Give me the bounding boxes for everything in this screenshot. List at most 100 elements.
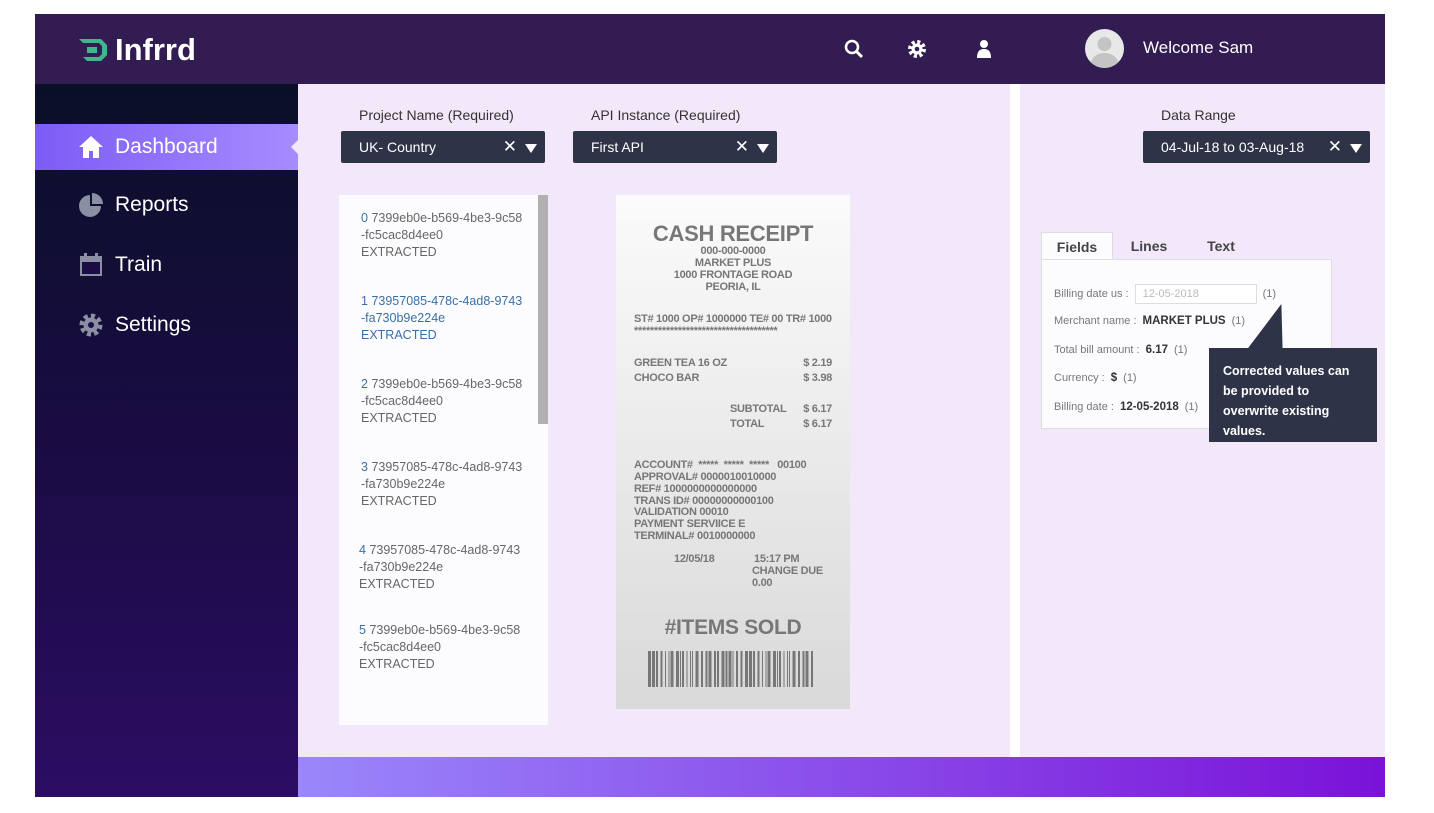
item-id-suffix: -fc5cac8d4ee0 bbox=[359, 640, 442, 654]
sidebar-item-label: Train bbox=[115, 253, 163, 276]
receipt-item: GREEN TEA 16 OZ $ 2.19 bbox=[634, 357, 832, 369]
sidebar: Dashboard Reports Train Settings bbox=[35, 84, 298, 797]
item-status: EXTRACTED bbox=[361, 328, 437, 342]
footer-bar bbox=[298, 757, 1385, 797]
dropdown-arrow-icon[interactable] bbox=[757, 144, 769, 153]
item-id: 7399eb0e-b569-4be3-9c58 bbox=[371, 211, 523, 225]
dropdown-arrow-icon[interactable] bbox=[525, 144, 537, 153]
tooltip: Corrected values can be provided to over… bbox=[1209, 348, 1377, 442]
receipt-items-sold: #ITEMS SOLD bbox=[664, 616, 802, 639]
list-item[interactable]: 1 73957085-478c-4ad8-9743 -fa730b9e224e EX… bbox=[361, 293, 531, 344]
sidebar-item-label: Dashboard bbox=[115, 135, 218, 158]
receipt-terminal: TERMINAL# 0010000000 bbox=[634, 530, 756, 542]
dropdown-arrow-icon[interactable] bbox=[1350, 144, 1362, 153]
item-index: 2 bbox=[361, 377, 368, 391]
document-list: 0 7399eb0e-b569-4be3-9c58 -fc5cac8d4ee0 EX… bbox=[339, 195, 548, 725]
item-id-suffix: -fa730b9e224e bbox=[361, 311, 446, 325]
scrollbar[interactable] bbox=[538, 195, 548, 424]
item-status: EXTRACTED bbox=[359, 577, 435, 591]
receipt-account: ACCOUNT# ***** ***** ***** 00100 bbox=[634, 459, 807, 471]
clear-icon[interactable]: ✕ bbox=[1328, 137, 1342, 157]
receipt-city: PEORIA, IL bbox=[705, 281, 761, 293]
panel-divider bbox=[1010, 84, 1020, 757]
item-index: 5 bbox=[359, 623, 366, 637]
item-id: 73957085-478c-4ad8-9743 bbox=[369, 543, 521, 557]
item-status: EXTRACTED bbox=[359, 657, 435, 671]
api-instance-label: API Instance (Required) bbox=[591, 107, 741, 123]
logo[interactable]: Infrrd bbox=[77, 32, 196, 68]
list-item[interactable]: 4 73957085-478c-4ad8-9743 -fa730b9e224e EX… bbox=[359, 542, 529, 593]
item-index: 0 bbox=[361, 211, 368, 225]
item-id: 73957085-478c-4ad8-9743 bbox=[371, 460, 523, 474]
data-range-label: Data Range bbox=[1161, 107, 1236, 123]
receipt-payment: PAYMENT SERVIICE E bbox=[634, 518, 746, 530]
clear-icon[interactable]: ✕ bbox=[503, 137, 517, 157]
receipt-change: CHANGE DUE 0.00 bbox=[752, 565, 823, 589]
receipt-stars: ************************************ bbox=[634, 326, 778, 337]
brand-name: Infrrd bbox=[115, 32, 196, 67]
item-index: 4 bbox=[359, 543, 366, 557]
receipt-address: 1000 FRONTAGE ROAD bbox=[673, 269, 793, 281]
infrrd-logo-icon bbox=[79, 39, 107, 61]
receipt-ids: ST# 1000 OP# 1000000 TE# 00 TR# 1000 bbox=[634, 313, 832, 325]
welcome-text: Welcome Sam bbox=[1143, 38, 1254, 57]
tab-text[interactable]: Text bbox=[1185, 232, 1257, 260]
item-id-suffix: -fc5cac8d4ee0 bbox=[361, 228, 444, 242]
receipt-title: CASH RECEIPT bbox=[652, 221, 814, 246]
sidebar-item-settings[interactable]: Settings bbox=[35, 302, 298, 348]
receipt-ref: REF# 1000000000000000 bbox=[634, 483, 757, 495]
field-row: Billing date :12-05-2018 (1) bbox=[1054, 401, 1199, 413]
list-item[interactable]: 2 7399eb0e-b569-4be3-9c58 -fc5cac8d4ee0 EX… bbox=[361, 376, 531, 427]
select-value: UK- Country bbox=[359, 139, 437, 155]
item-id-suffix: -fc5cac8d4ee0 bbox=[361, 394, 444, 408]
avatar[interactable] bbox=[1085, 29, 1124, 68]
field-row: Merchant name : MARKET PLUS (1) bbox=[1054, 315, 1246, 327]
api-instance-select[interactable]: First API ✕ bbox=[573, 131, 777, 163]
select-value: First API bbox=[591, 139, 644, 155]
list-item[interactable]: 0 7399eb0e-b569-4be3-9c58 -fc5cac8d4ee0 EX… bbox=[361, 210, 531, 261]
barcode-icon bbox=[648, 651, 813, 687]
sidebar-item-label: Reports bbox=[115, 193, 189, 216]
project-name-label: Project Name (Required) bbox=[359, 107, 514, 123]
receipt-approval: APPROVAL# 0000010010000 bbox=[634, 471, 777, 483]
tab-lines[interactable]: Lines bbox=[1113, 232, 1185, 260]
receipt-image: CASH RECEIPT 000-000-0000 MARKET PLUS 10… bbox=[616, 195, 850, 709]
item-index: 3 bbox=[361, 460, 368, 474]
search-icon[interactable] bbox=[843, 38, 865, 60]
field-row: Currency : $ (1) bbox=[1054, 372, 1137, 384]
list-item[interactable]: 5 7399eb0e-b569-4be3-9c58 -fc5cac8d4ee0 EX… bbox=[359, 622, 529, 673]
user-icon[interactable] bbox=[973, 38, 995, 60]
sidebar-item-label: Settings bbox=[115, 313, 191, 336]
home-icon bbox=[79, 136, 103, 158]
data-range-select[interactable]: 04-Jul-18 to 03-Aug-18 ✕ bbox=[1143, 131, 1370, 163]
item-id: 73957085-478c-4ad8-9743 bbox=[371, 294, 523, 308]
item-status: EXTRACTED bbox=[361, 245, 437, 259]
gear-icon bbox=[79, 313, 103, 337]
gear-icon[interactable] bbox=[906, 38, 928, 60]
receipt-store: MARKET PLUS bbox=[694, 257, 772, 269]
receipt-subtotal: SUBTOTAL $ 6.17 bbox=[730, 403, 832, 415]
sidebar-item-dashboard[interactable]: Dashboard bbox=[35, 124, 298, 170]
sidebar-item-train[interactable]: Train bbox=[35, 242, 298, 288]
item-status: EXTRACTED bbox=[361, 494, 437, 508]
app: Infrrd Welcome Sam Dashboard Reports Tra… bbox=[35, 14, 1385, 797]
field-row: Billing date us :12-05-2018 (1) bbox=[1054, 284, 1276, 304]
list-item[interactable]: 3 73957085-478c-4ad8-9743 -fa730b9e224e EX… bbox=[361, 459, 531, 510]
item-id: 7399eb0e-b569-4be3-9c58 bbox=[369, 623, 521, 637]
receipt-phone: 000-000-0000 bbox=[700, 245, 766, 257]
header: Infrrd Welcome Sam bbox=[35, 14, 1385, 84]
item-id: 7399eb0e-b569-4be3-9c58 bbox=[371, 377, 523, 391]
item-index: 1 bbox=[361, 294, 368, 308]
project-name-select[interactable]: UK- Country ✕ bbox=[341, 131, 545, 163]
clear-icon[interactable]: ✕ bbox=[735, 137, 749, 157]
panel-tabs: Fields Lines Text bbox=[1041, 232, 1257, 260]
field-row: Total bill amount :6.17 (1) bbox=[1054, 344, 1188, 356]
sidebar-item-reports[interactable]: Reports bbox=[35, 182, 298, 228]
receipt-item: CHOCO BAR $ 3.98 bbox=[634, 372, 832, 384]
item-id-suffix: -fa730b9e224e bbox=[361, 477, 446, 491]
select-value: 04-Jul-18 to 03-Aug-18 bbox=[1161, 139, 1305, 155]
receipt-validation: VALIDATION 00010 bbox=[634, 506, 729, 518]
tab-fields[interactable]: Fields bbox=[1041, 232, 1113, 260]
billing-date-us-input[interactable]: 12-05-2018 bbox=[1134, 284, 1257, 304]
receipt-total: TOTAL $ 6.17 bbox=[730, 418, 832, 430]
